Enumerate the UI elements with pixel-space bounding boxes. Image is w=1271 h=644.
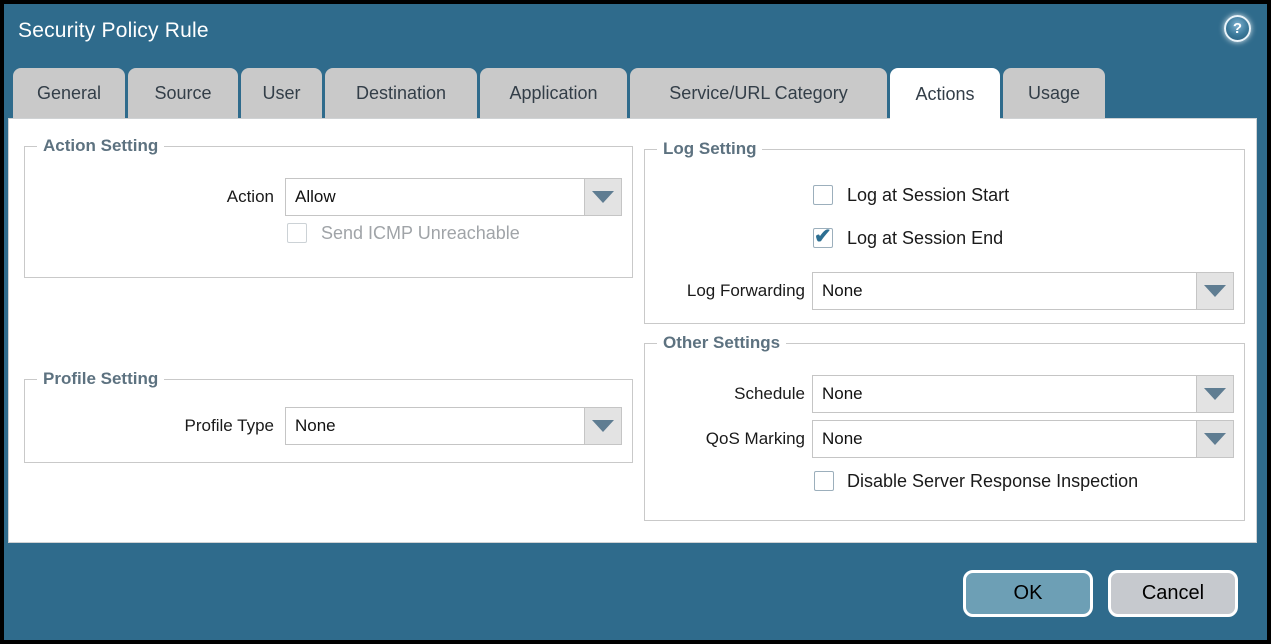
security-policy-rule-dialog: Security Policy Rule ? General Source Us… xyxy=(0,0,1271,644)
log-at-session-end-label: Log at Session End xyxy=(847,228,1003,248)
action-label: Action xyxy=(25,178,274,216)
action-setting-fieldset: Action Setting Action Allow Send ICMP Un… xyxy=(24,146,633,278)
log-at-session-end-checkbox[interactable] xyxy=(813,228,833,248)
tab-bar: General Source User Destination Applicat… xyxy=(13,68,1105,118)
qos-marking-dropdown-value: None xyxy=(812,420,1197,458)
actions-tab-panel: Action Setting Action Allow Send ICMP Un… xyxy=(8,118,1257,543)
chevron-down-icon xyxy=(592,191,614,203)
cancel-button[interactable]: Cancel xyxy=(1108,570,1238,617)
action-dropdown-value: Allow xyxy=(285,178,585,216)
action-setting-legend: Action Setting xyxy=(37,136,164,156)
profile-type-label: Profile Type xyxy=(25,407,274,445)
tab-general[interactable]: General xyxy=(13,68,125,118)
tab-user[interactable]: User xyxy=(241,68,322,118)
dialog-title: Security Policy Rule xyxy=(18,19,209,43)
log-forwarding-label: Log Forwarding xyxy=(645,272,805,310)
tab-source[interactable]: Source xyxy=(128,68,238,118)
send-icmp-unreachable-label: Send ICMP Unreachable xyxy=(321,223,520,243)
chevron-down-icon xyxy=(592,420,614,432)
profile-type-dropdown-value: None xyxy=(285,407,585,445)
qos-marking-dropdown[interactable]: None xyxy=(812,420,1234,458)
disable-server-response-inspection-checkbox[interactable] xyxy=(814,471,834,491)
other-settings-legend: Other Settings xyxy=(657,333,786,353)
help-icon[interactable]: ? xyxy=(1224,15,1251,42)
send-icmp-unreachable-checkbox xyxy=(287,223,307,243)
tab-destination[interactable]: Destination xyxy=(325,68,477,118)
ok-button[interactable]: OK xyxy=(963,570,1093,617)
log-setting-fieldset: Log Setting Log at Session Start Log at … xyxy=(644,149,1245,324)
log-at-session-start-checkbox[interactable] xyxy=(813,185,833,205)
tab-usage[interactable]: Usage xyxy=(1003,68,1105,118)
qos-marking-dropdown-button[interactable] xyxy=(1197,420,1234,458)
profile-setting-legend: Profile Setting xyxy=(37,369,164,389)
action-dropdown[interactable]: Allow xyxy=(285,178,622,216)
chevron-down-icon xyxy=(1204,388,1226,400)
schedule-label: Schedule xyxy=(645,375,805,413)
log-forwarding-dropdown-value: None xyxy=(812,272,1197,310)
other-settings-fieldset: Other Settings Schedule None QoS Marking… xyxy=(644,343,1245,521)
tab-service-url-category[interactable]: Service/URL Category xyxy=(630,68,887,118)
chevron-down-icon xyxy=(1204,285,1226,297)
schedule-dropdown[interactable]: None xyxy=(812,375,1234,413)
log-at-session-start-label: Log at Session Start xyxy=(847,185,1009,205)
schedule-dropdown-value: None xyxy=(812,375,1197,413)
profile-setting-fieldset: Profile Setting Profile Type None xyxy=(24,379,633,463)
tab-actions[interactable]: Actions xyxy=(890,68,1000,121)
log-forwarding-dropdown-button[interactable] xyxy=(1197,272,1234,310)
qos-marking-label: QoS Marking xyxy=(645,420,805,458)
disable-server-response-inspection-label: Disable Server Response Inspection xyxy=(847,471,1138,491)
tab-application[interactable]: Application xyxy=(480,68,627,118)
schedule-dropdown-button[interactable] xyxy=(1197,375,1234,413)
profile-type-dropdown[interactable]: None xyxy=(285,407,622,445)
profile-type-dropdown-button[interactable] xyxy=(585,407,622,445)
log-setting-legend: Log Setting xyxy=(657,139,762,159)
log-forwarding-dropdown[interactable]: None xyxy=(812,272,1234,310)
action-dropdown-button[interactable] xyxy=(585,178,622,216)
chevron-down-icon xyxy=(1204,433,1226,445)
